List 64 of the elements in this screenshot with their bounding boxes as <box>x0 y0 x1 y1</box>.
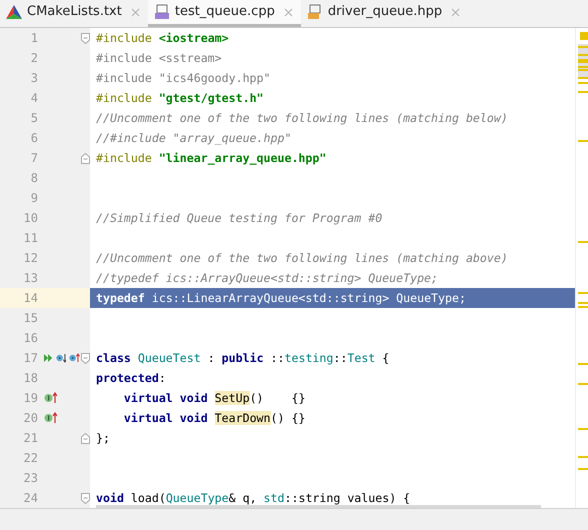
code-line: }; <box>96 432 110 444</box>
code-line: #include "gtest/gtest.h" <box>96 92 264 104</box>
line-number: 24 <box>22 490 38 507</box>
line-number: 4 <box>30 90 38 107</box>
line-number: 8 <box>30 170 38 187</box>
line-number: 16 <box>22 330 38 347</box>
file-icon <box>306 4 323 20</box>
line-number: 11 <box>22 230 38 247</box>
fold-icon[interactable] <box>81 32 90 44</box>
code-line: //typedef ics::ArrayQueue<std::string> QueueType; <box>96 272 438 284</box>
horizontal-scrollbar[interactable] <box>96 505 541 508</box>
code-line: //#include "array_queue.hpp" <box>96 132 292 144</box>
code-line: typedef ics::LinearArrayQueue<std::string> QueueType; <box>96 292 466 304</box>
line-number: 18 <box>22 370 38 387</box>
line-number: 22 <box>22 450 38 467</box>
line-number: 13 <box>22 270 38 287</box>
line-number: 7 <box>30 150 38 167</box>
code-line: void load(QueueType& q, std::string values) { <box>96 492 410 504</box>
close-icon[interactable] <box>284 8 293 16</box>
code-line: virtual void TearDown() {} <box>122 412 306 424</box>
code-line: #include "ics46goody.hpp" <box>96 72 271 84</box>
triangle-logo-icon <box>6 5 22 19</box>
fold-icon[interactable] <box>81 432 90 444</box>
line-number: 3 <box>30 70 38 87</box>
line-number: 19 <box>22 390 38 407</box>
code-line: #include <sstream> <box>96 52 222 64</box>
code-line: class QueueTest : public ::testing::Test { <box>96 352 390 364</box>
close-icon[interactable] <box>130 8 140 16</box>
line-number: 20 <box>22 410 38 427</box>
tab-label: CMakeLists.txt <box>27 3 122 22</box>
file-tab[interactable]: test_queue.cpp <box>148 0 301 27</box>
line-number: 6 <box>30 130 38 147</box>
line-number: 23 <box>22 470 38 487</box>
code-line: #include <iostream> <box>96 32 229 44</box>
circle-down-arrow-icon[interactable] <box>56 352 66 364</box>
code-line: #include "linear_array_queue.hpp" <box>96 152 326 164</box>
line-number: 14 <box>22 290 38 307</box>
line-number: 21 <box>22 430 38 447</box>
circle-up-arrow-icon[interactable] <box>44 392 57 404</box>
file-tab[interactable]: CMakeLists.txt <box>0 0 148 27</box>
circle-up-arrow-icon[interactable] <box>44 412 57 424</box>
circle-up-arrow-icon[interactable] <box>69 352 80 364</box>
line-number: 10 <box>22 210 38 227</box>
line-number: 15 <box>22 310 38 327</box>
file-tab[interactable]: driver_queue.hpp <box>300 0 468 27</box>
line-number: 9 <box>30 190 38 207</box>
line-number: 2 <box>30 50 38 67</box>
code-line: //Uncomment one of the two following lines (matching above) <box>96 252 508 264</box>
code-line: virtual void SetUp() {} <box>122 392 306 404</box>
file-icon <box>154 4 170 20</box>
line-number: 17 <box>22 350 38 367</box>
tab-label: test_queue.cpp <box>174 3 275 22</box>
line-number: 1 <box>30 30 38 47</box>
code-line: protected: <box>96 372 166 384</box>
fold-icon[interactable] <box>81 352 90 364</box>
code-line: //Uncomment one of the two following lines (matching below) <box>96 112 508 124</box>
close-icon[interactable] <box>451 8 460 16</box>
fold-icon[interactable] <box>81 152 90 164</box>
code-line: //Simplified Queue testing for Program #0 <box>96 212 382 224</box>
double-play-icon[interactable] <box>44 353 53 363</box>
line-number: 12 <box>22 250 38 267</box>
tab-label: driver_queue.hpp <box>328 3 442 22</box>
line-number: 5 <box>30 110 38 127</box>
fold-icon[interactable] <box>81 492 90 504</box>
